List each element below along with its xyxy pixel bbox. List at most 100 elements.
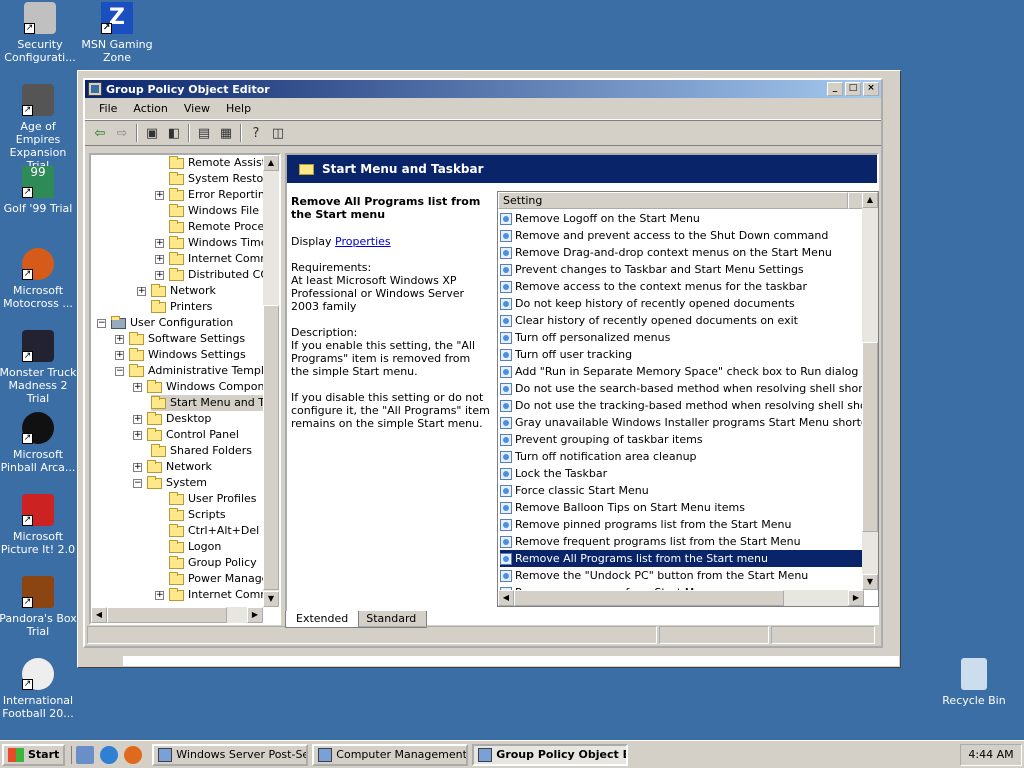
taskbar-task-active[interactable]: Group Policy Object E... (472, 743, 629, 766)
tree-item[interactable]: − Administrative Template (115, 363, 279, 379)
menu-view[interactable]: View (176, 102, 218, 115)
desktop-icon-football[interactable]: ↗ International Football 20... (0, 658, 78, 720)
desktop-icon-recycle-bin[interactable]: Recycle Bin (934, 658, 1014, 707)
expand-icon[interactable]: + (115, 334, 124, 344)
tree-item[interactable]: + Control Panel (133, 427, 239, 443)
expand-icon[interactable]: + (115, 350, 124, 360)
tree-item[interactable]: + Windows Settings (115, 347, 246, 363)
scroll-down-icon[interactable]: ▼ (263, 591, 279, 607)
expand-icon[interactable]: + (155, 590, 164, 600)
list-horizontal-scrollbar[interactable]: ◀ ▶ (498, 590, 864, 606)
desktop-icon-msn-gaming[interactable]: Z ↗ MSN Gaming Zone (77, 2, 157, 64)
desktop-icon-pinball[interactable]: ↗ Microsoft Pinball Arca... (0, 412, 78, 474)
setting-row[interactable]: Prevent changes to Taskbar and Start Men… (500, 261, 862, 278)
expand-icon[interactable]: + (133, 382, 142, 392)
tree-item[interactable]: − System (133, 475, 207, 491)
expand-icon[interactable]: + (133, 462, 142, 472)
expand-icon[interactable]: + (155, 190, 164, 200)
setting-row[interactable]: Force classic Start Menu (500, 482, 862, 499)
properties-icon[interactable]: ▤ (193, 123, 215, 143)
tree-vertical-scrollbar[interactable]: ▲ ▼ (263, 155, 279, 607)
tree-item[interactable]: User Profiles (169, 491, 257, 507)
tree-horizontal-scrollbar[interactable]: ◀ ▶ (91, 607, 263, 623)
setting-row[interactable]: Do not use the search-based method when … (500, 380, 862, 397)
expand-icon[interactable]: + (155, 254, 164, 264)
setting-row[interactable]: Do not keep history of recently opened d… (500, 295, 862, 312)
tree-item[interactable]: + Network (133, 459, 212, 475)
back-icon[interactable]: ⇦ (89, 123, 111, 143)
collapse-icon[interactable]: − (97, 318, 106, 328)
scroll-left-icon[interactable]: ◀ (498, 590, 514, 606)
setting-row[interactable]: Remove frequent programs list from the S… (500, 533, 862, 550)
desktop-icon-age-of-empires[interactable]: ↗ Age of Empires Expansion Trial (0, 84, 78, 172)
desktop-icon-picture-it[interactable]: ↗ Microsoft Picture It! 2.0 (0, 494, 78, 556)
tree-item-selected[interactable]: Start Menu and Tas (151, 395, 276, 411)
expand-icon[interactable]: + (137, 286, 146, 296)
scroll-down-icon[interactable]: ▼ (862, 574, 878, 590)
collapse-icon[interactable]: − (133, 478, 142, 488)
tree-item[interactable]: + Error Reporting (155, 187, 272, 203)
properties-link[interactable]: Properties (335, 235, 391, 248)
expand-icon[interactable]: + (133, 430, 142, 440)
system-tray-clock[interactable]: 4:44 AM (960, 744, 1022, 766)
setting-row[interactable]: Do not use the tracking-based method whe… (500, 397, 862, 414)
tree-item[interactable]: + Windows Componer (133, 379, 276, 395)
setting-row[interactable]: Prevent grouping of taskbar items (500, 431, 862, 448)
setting-row[interactable]: Remove access to the context menus for t… (500, 278, 862, 295)
tree-item[interactable]: Scripts (169, 507, 226, 523)
scroll-right-icon[interactable]: ▶ (247, 607, 263, 623)
setting-row[interactable]: Clear history of recently opened documen… (500, 312, 862, 329)
tree-item[interactable]: + Internet Commu (155, 251, 278, 267)
setting-row[interactable]: Gray unavailable Windows Installer progr… (500, 414, 862, 431)
collapse-icon[interactable]: − (115, 366, 124, 376)
tree-item[interactable]: Remote Assista (169, 155, 273, 171)
desktop-icon-pandoras-box[interactable]: ↗ Pandora's Box Trial (0, 576, 78, 638)
expand-icon[interactable]: + (155, 270, 164, 280)
tree-item[interactable]: Logon (169, 539, 221, 555)
desktop-icon-golf[interactable]: 99 ↗ Golf '99 Trial (0, 166, 78, 216)
expand-icon[interactable]: + (155, 238, 164, 248)
expand-icon[interactable]: + (133, 414, 142, 424)
scroll-thumb[interactable] (514, 590, 784, 606)
tree-item[interactable]: Shared Folders (151, 443, 252, 459)
forward-icon[interactable]: ⇨ (111, 123, 133, 143)
tree-item[interactable]: − User Configuration (97, 315, 233, 331)
tree-item[interactable]: + Software Settings (115, 331, 245, 347)
setting-row-selected[interactable]: Remove All Programs list from the Start … (500, 550, 862, 567)
setting-column-header[interactable]: Setting (498, 192, 848, 209)
taskbar-task[interactable]: Windows Server Post-Se... (152, 743, 309, 766)
tree-item[interactable]: Printers (151, 299, 212, 315)
desktop-icon-motocross[interactable]: ↗ Microsoft Motocross ... (0, 248, 78, 310)
tree-item[interactable]: Windows File Pr (169, 203, 273, 219)
setting-row[interactable]: Turn off notification area cleanup (500, 448, 862, 465)
tab-extended[interactable]: Extended (285, 611, 360, 628)
help-icon[interactable]: ? (245, 123, 267, 143)
tree-item[interactable]: Remote Procedi (169, 219, 274, 235)
setting-row[interactable]: Remove and prevent access to the Shut Do… (500, 227, 862, 244)
menu-file[interactable]: File (91, 102, 125, 115)
up-folder-icon[interactable]: ▣ (141, 123, 163, 143)
desktop-icon-monster-truck[interactable]: ↗ Monster Truck Madness 2 Trial (0, 330, 78, 405)
show-hide-tree-icon[interactable]: ◧ (163, 123, 185, 143)
scroll-up-icon[interactable]: ▲ (862, 192, 878, 208)
setting-row[interactable]: Turn off user tracking (500, 346, 862, 363)
tree-item[interactable]: + Network (137, 283, 216, 299)
desktop-icon-security[interactable]: ↗ Security Configurati... (0, 2, 80, 64)
tree-item[interactable]: + Desktop (133, 411, 211, 427)
start-button[interactable]: Start (2, 743, 66, 766)
tree-item[interactable]: Ctrl+Alt+Del Op (169, 523, 278, 539)
close-button[interactable]: × (863, 82, 879, 96)
menu-action[interactable]: Action (125, 102, 175, 115)
setting-row[interactable]: Remove pinned programs list from the Sta… (500, 516, 862, 533)
minimize-button[interactable]: _ (827, 82, 843, 96)
settings-list[interactable]: Setting Remove Logoff on the Start Menu R… (497, 191, 879, 607)
scroll-thumb[interactable] (107, 607, 227, 623)
export-list-icon[interactable]: ▦ (215, 123, 237, 143)
setting-row[interactable]: Lock the Taskbar (500, 465, 862, 482)
show-desktop-icon[interactable] (76, 745, 95, 764)
tree-item[interactable]: + Distributed CON (155, 267, 277, 283)
scroll-right-icon[interactable]: ▶ (848, 590, 864, 606)
tree-item[interactable]: System Restore (169, 171, 274, 187)
scroll-thumb[interactable] (263, 305, 279, 590)
view-pane-icon[interactable]: ◫ (267, 123, 289, 143)
